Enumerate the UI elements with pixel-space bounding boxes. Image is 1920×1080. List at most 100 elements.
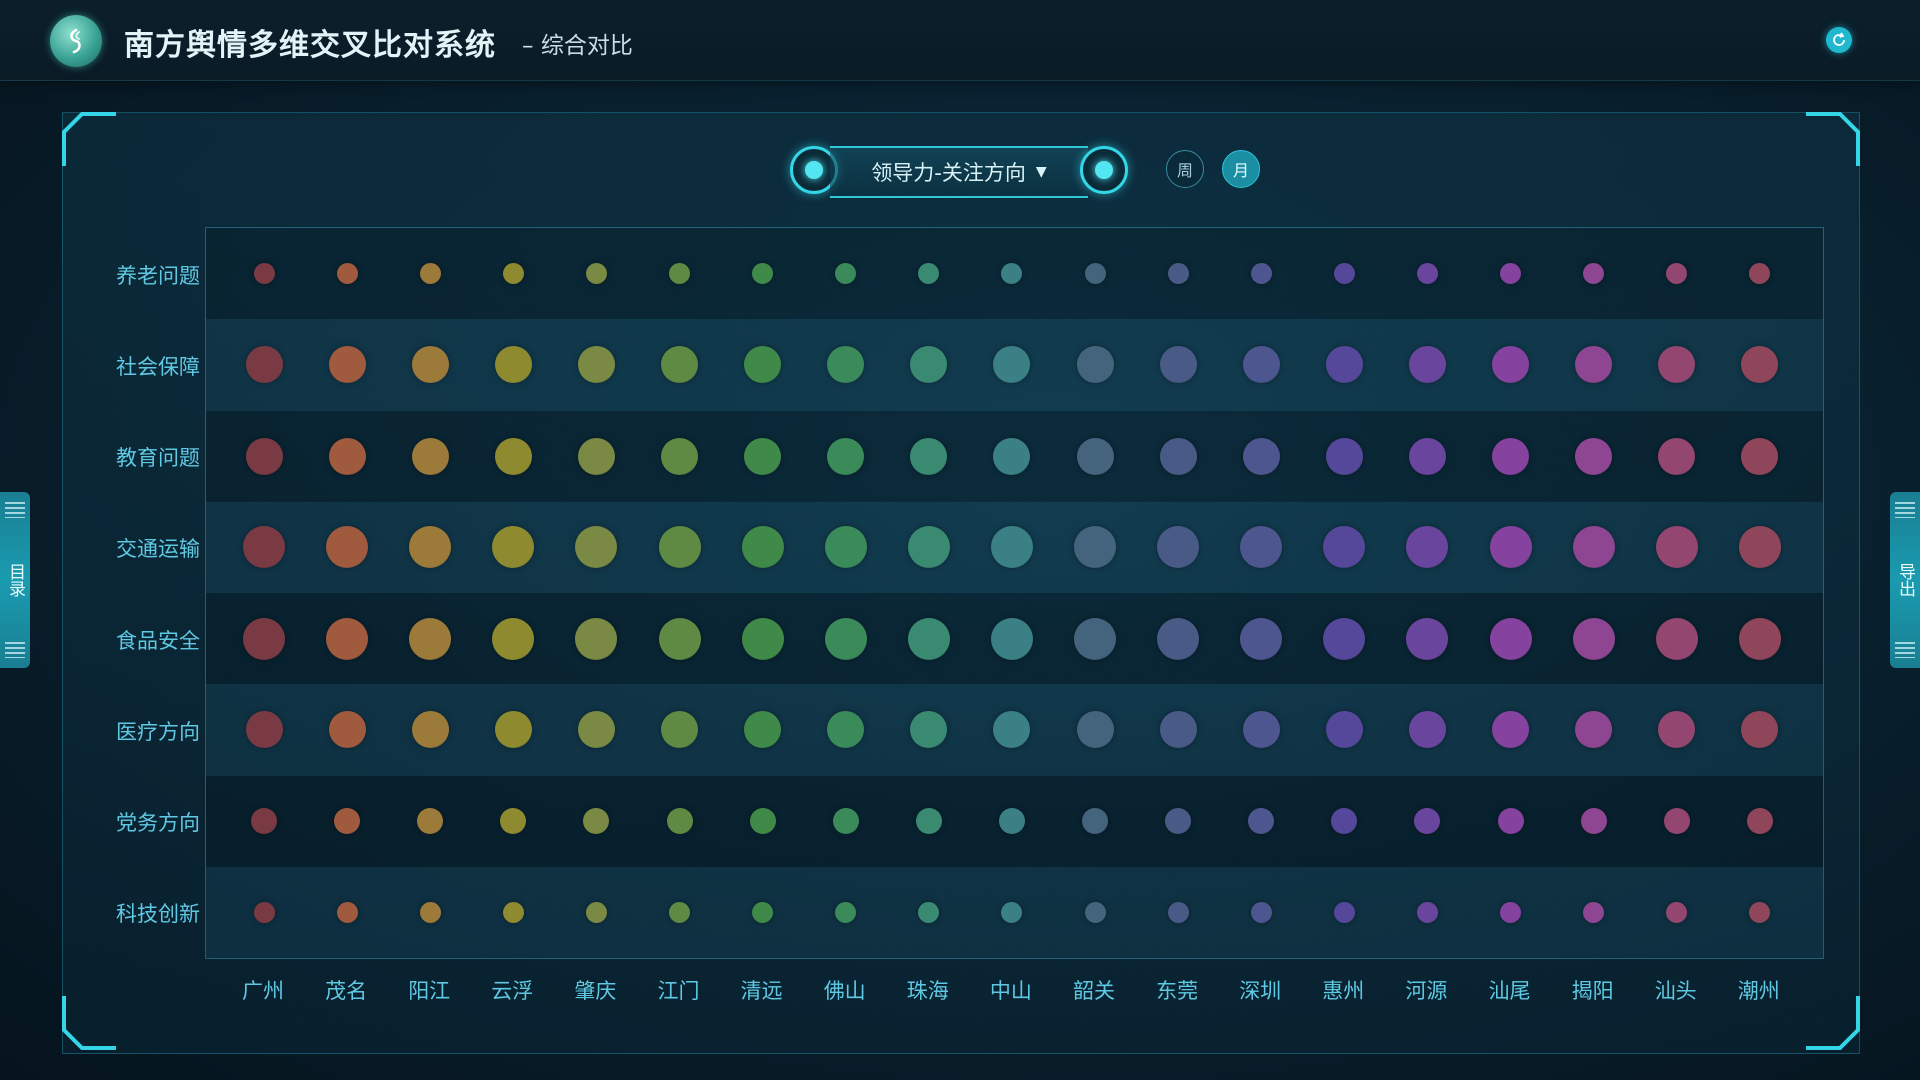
bubble[interactable] <box>1406 617 1449 660</box>
bubble[interactable] <box>1333 901 1355 923</box>
bubble[interactable] <box>419 901 441 923</box>
bubble[interactable] <box>1575 437 1613 475</box>
bubble[interactable] <box>990 617 1033 660</box>
bubble[interactable] <box>575 617 618 660</box>
bubble[interactable] <box>666 808 693 835</box>
bubble[interactable] <box>1076 437 1114 475</box>
bubble[interactable] <box>824 617 867 660</box>
bubble[interactable] <box>1416 901 1438 923</box>
bubble[interactable] <box>1333 263 1355 285</box>
bubble[interactable] <box>1157 617 1200 660</box>
bubble[interactable] <box>1159 711 1197 749</box>
bubble[interactable] <box>741 526 784 569</box>
catalog-tab[interactable]: 目录 <box>0 492 30 668</box>
bubble[interactable] <box>411 711 449 749</box>
bubble[interactable] <box>744 437 782 475</box>
bubble[interactable] <box>1572 526 1615 569</box>
selector-dropdown[interactable]: 领导力-关注方向 ▼ <box>830 146 1088 198</box>
bubble[interactable] <box>910 437 948 475</box>
bubble[interactable] <box>1323 617 1366 660</box>
bubble[interactable] <box>251 808 277 835</box>
bubble[interactable] <box>1250 901 1272 923</box>
bubble[interactable] <box>494 711 532 749</box>
bubble[interactable] <box>245 346 283 384</box>
bubble[interactable] <box>990 526 1033 569</box>
period-month-button[interactable]: 月 <box>1222 150 1260 188</box>
bubble[interactable] <box>835 901 857 923</box>
bubble[interactable] <box>1082 808 1108 835</box>
bubble[interactable] <box>1325 437 1363 475</box>
bubble[interactable] <box>1666 901 1688 923</box>
bubble[interactable] <box>1416 263 1438 285</box>
bubble[interactable] <box>1738 617 1781 660</box>
bubble[interactable] <box>1572 617 1615 660</box>
bubble[interactable] <box>245 711 283 749</box>
bubble[interactable] <box>328 711 366 749</box>
bubble[interactable] <box>1408 346 1446 384</box>
bubble[interactable] <box>1655 617 1698 660</box>
bubble[interactable] <box>1167 263 1189 285</box>
bubble[interactable] <box>1076 711 1114 749</box>
bubble[interactable] <box>1240 617 1283 660</box>
bubble[interactable] <box>494 346 532 384</box>
bubble[interactable] <box>243 617 285 660</box>
bubble[interactable] <box>336 263 358 285</box>
bubble[interactable] <box>326 617 369 660</box>
bubble[interactable] <box>328 346 366 384</box>
bubble[interactable] <box>1738 526 1781 569</box>
bubble[interactable] <box>907 617 950 660</box>
export-tab[interactable]: 导出 <box>1890 492 1920 668</box>
bubble[interactable] <box>741 617 784 660</box>
bubble[interactable] <box>1159 437 1197 475</box>
bubble[interactable] <box>1167 901 1189 923</box>
bubble[interactable] <box>1583 901 1605 923</box>
bubble[interactable] <box>419 263 441 285</box>
bubble[interactable] <box>1325 711 1363 749</box>
bubble[interactable] <box>336 901 358 923</box>
bubble[interactable] <box>1250 263 1272 285</box>
bubble[interactable] <box>661 437 698 475</box>
bubble[interactable] <box>411 437 449 475</box>
bubble[interactable] <box>1658 437 1696 475</box>
bubble[interactable] <box>669 263 690 285</box>
period-week-button[interactable]: 周 <box>1166 150 1204 188</box>
bubble[interactable] <box>253 263 275 285</box>
bubble[interactable] <box>1076 346 1114 384</box>
bubble[interactable] <box>1489 526 1532 569</box>
bubble[interactable] <box>411 346 449 384</box>
bubble[interactable] <box>1497 808 1524 835</box>
dimension-selector[interactable]: 领导力-关注方向 ▼ <box>790 146 1128 198</box>
bubble[interactable] <box>253 901 275 923</box>
bubble[interactable] <box>1580 808 1607 835</box>
bubble[interactable] <box>993 437 1031 475</box>
bubble[interactable] <box>669 901 690 923</box>
bubble[interactable] <box>824 526 867 569</box>
bubble[interactable] <box>1500 901 1521 923</box>
bubble[interactable] <box>502 263 524 285</box>
bubble[interactable] <box>577 437 615 475</box>
bubble[interactable] <box>577 711 615 749</box>
bubble[interactable] <box>658 526 701 569</box>
bubble[interactable] <box>1746 808 1773 835</box>
bubble[interactable] <box>585 263 607 285</box>
bubble[interactable] <box>752 901 774 923</box>
bubble[interactable] <box>658 617 701 660</box>
bubble[interactable] <box>492 617 535 660</box>
bubble[interactable] <box>907 526 950 569</box>
bubble[interactable] <box>409 617 452 660</box>
bubble[interactable] <box>328 437 366 475</box>
bubble[interactable] <box>1084 901 1106 923</box>
bubble[interactable] <box>1242 437 1280 475</box>
bubble[interactable] <box>1074 617 1116 660</box>
bubble[interactable] <box>245 437 283 475</box>
bubble[interactable] <box>1408 711 1446 749</box>
bubble[interactable] <box>585 901 607 923</box>
bubble[interactable] <box>577 346 615 384</box>
bubble[interactable] <box>1242 346 1280 384</box>
refresh-icon[interactable] <box>1826 27 1852 53</box>
bubble[interactable] <box>749 808 776 835</box>
bubble[interactable] <box>1159 346 1197 384</box>
bubble[interactable] <box>1741 437 1779 475</box>
bubble[interactable] <box>1655 526 1698 569</box>
bubble[interactable] <box>832 808 859 835</box>
